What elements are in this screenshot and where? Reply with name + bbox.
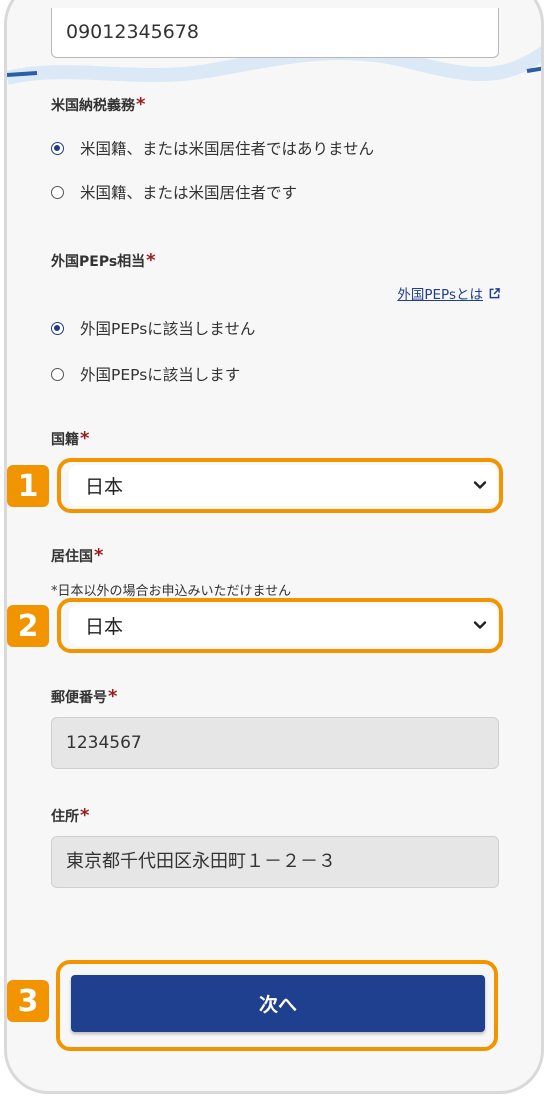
peps-label: 外国PEPs相当* (51, 250, 156, 271)
us-tax-option-us[interactable]: 米国籍、または米国居住者です (51, 181, 297, 203)
required-mark: * (94, 545, 104, 566)
residence-note: *日本以外の場合お申込みいただけません (51, 584, 292, 599)
radio-unchecked-icon[interactable] (51, 367, 64, 381)
required-mark: * (80, 805, 90, 826)
us-tax-label: 米国納税義務* (51, 94, 146, 115)
chevron-down-icon (473, 481, 487, 489)
radio-checked-icon[interactable] (51, 321, 64, 335)
step-badge-3: 3 (7, 980, 49, 1022)
peps-option-label: 外国PEPsに該当しません (80, 320, 256, 338)
us-tax-option-label: 米国籍、または米国居住者です (80, 184, 298, 202)
required-mark: * (146, 250, 156, 271)
peps-help-link-text[interactable]: 外国PEPsとは (397, 283, 483, 303)
address-field[interactable]: 東京都千代田区永田町１－２－３ (51, 836, 499, 888)
chevron-down-icon (473, 621, 487, 629)
required-mark: * (108, 686, 118, 707)
next-button-label: 次へ (258, 994, 297, 1016)
residence-select[interactable]: 日本 (69, 605, 497, 646)
required-mark: * (80, 428, 90, 449)
residence-label: 居住国* (51, 545, 104, 566)
residence-selected-value: 日本 (85, 616, 124, 638)
peps-help-link[interactable]: 外国PEPsとは (397, 283, 500, 303)
address-field-value: 東京都千代田区永田町１－２－３ (66, 851, 336, 872)
phone-field[interactable]: 09012345678 (51, 8, 499, 58)
step-badge-2: 2 (7, 605, 49, 647)
radio-checked-icon[interactable] (51, 141, 64, 155)
peps-option-applicable[interactable]: 外国PEPsに該当します (51, 363, 240, 385)
postal-field-value: 1234567 (66, 733, 142, 753)
us-tax-option-label: 米国籍、または米国居住者ではありません (80, 140, 375, 158)
nationality-select[interactable]: 日本 (69, 465, 497, 506)
postal-label: 郵便番号* (51, 686, 118, 707)
nationality-label: 国籍* (51, 428, 90, 449)
step-badge-1: 1 (7, 465, 49, 507)
postal-field[interactable]: 1234567 (51, 717, 499, 769)
address-label: 住所* (51, 805, 90, 826)
peps-option-not-applicable[interactable]: 外国PEPsに該当しません (51, 317, 255, 339)
required-mark: * (136, 94, 146, 115)
nationality-selected-value: 日本 (85, 476, 124, 498)
next-button[interactable]: 次へ (71, 975, 485, 1032)
external-link-icon (489, 287, 500, 298)
radio-unchecked-icon[interactable] (51, 185, 64, 199)
peps-option-label: 外国PEPsに該当します (80, 366, 241, 384)
phone-field-value: 09012345678 (66, 21, 199, 43)
us-tax-option-not-us[interactable]: 米国籍、または米国居住者ではありません (51, 137, 374, 159)
